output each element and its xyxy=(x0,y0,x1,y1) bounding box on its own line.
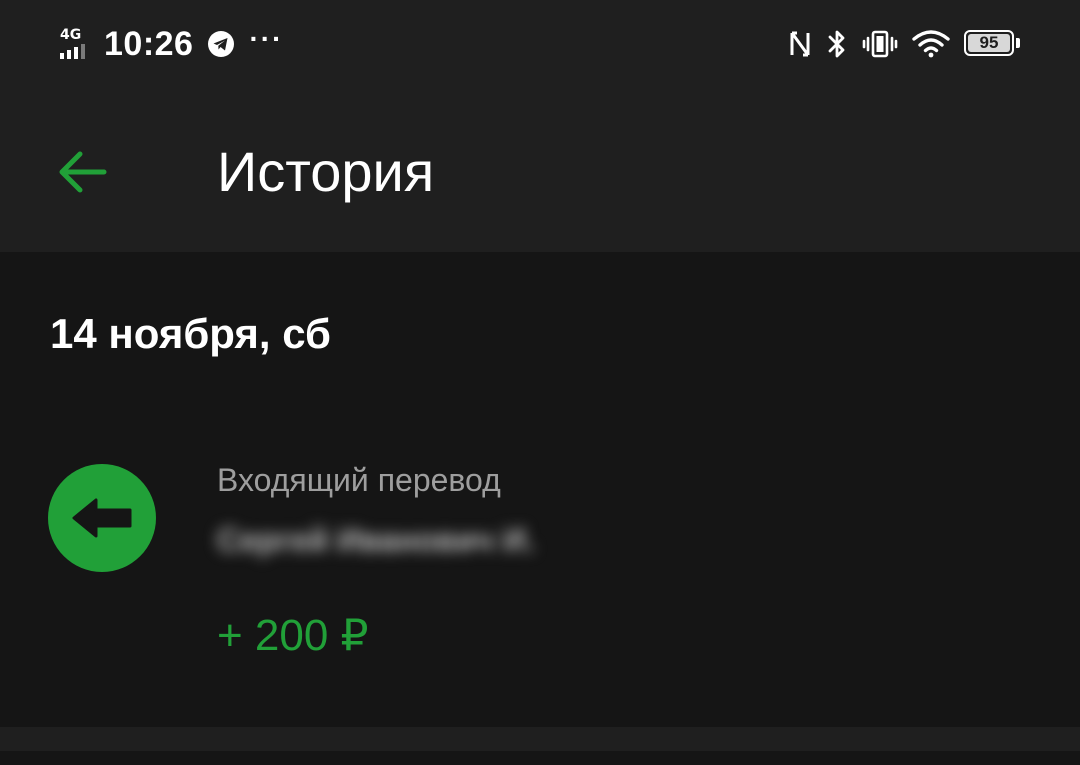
back-button[interactable] xyxy=(50,140,114,204)
next-section-divider xyxy=(0,727,1080,751)
status-bar-left: 4G 10:26 ··· xyxy=(58,22,283,66)
status-bar: 4G 10:26 ··· 95 xyxy=(0,0,1080,88)
wifi-icon xyxy=(912,30,950,58)
vibrate-icon xyxy=(862,30,898,58)
battery-level: 95 xyxy=(968,33,1010,52)
transaction-counterparty: Сергей Иванович И. xyxy=(217,522,535,558)
cellular-signal-icon: 4G xyxy=(58,27,88,61)
telegram-icon xyxy=(208,31,235,57)
battery-icon: 95 xyxy=(964,30,1020,58)
page-title: История xyxy=(217,140,435,203)
transaction-type: Входящий перевод xyxy=(217,462,501,498)
bluetooth-icon xyxy=(828,30,845,58)
incoming-arrow-icon xyxy=(48,464,156,572)
app-bar: История xyxy=(0,88,1080,252)
history-list: 14 ноября, сб Входящий перевод Сергей Ив… xyxy=(0,252,1080,727)
transaction-item[interactable]: Входящий перевод Сергей Иванович И. + 20… xyxy=(0,442,1080,682)
notification-overflow: ··· xyxy=(249,23,284,54)
list-continuation xyxy=(0,751,1080,765)
status-bar-right: 95 xyxy=(788,22,1020,66)
network-type-label: 4G xyxy=(60,27,82,43)
date-header: 14 ноября, сб xyxy=(50,310,331,357)
status-time: 10:26 xyxy=(104,24,194,63)
arrow-left-icon xyxy=(59,151,107,193)
nfc-icon xyxy=(790,31,810,57)
transaction-amount: + 200 ₽ xyxy=(217,611,369,660)
